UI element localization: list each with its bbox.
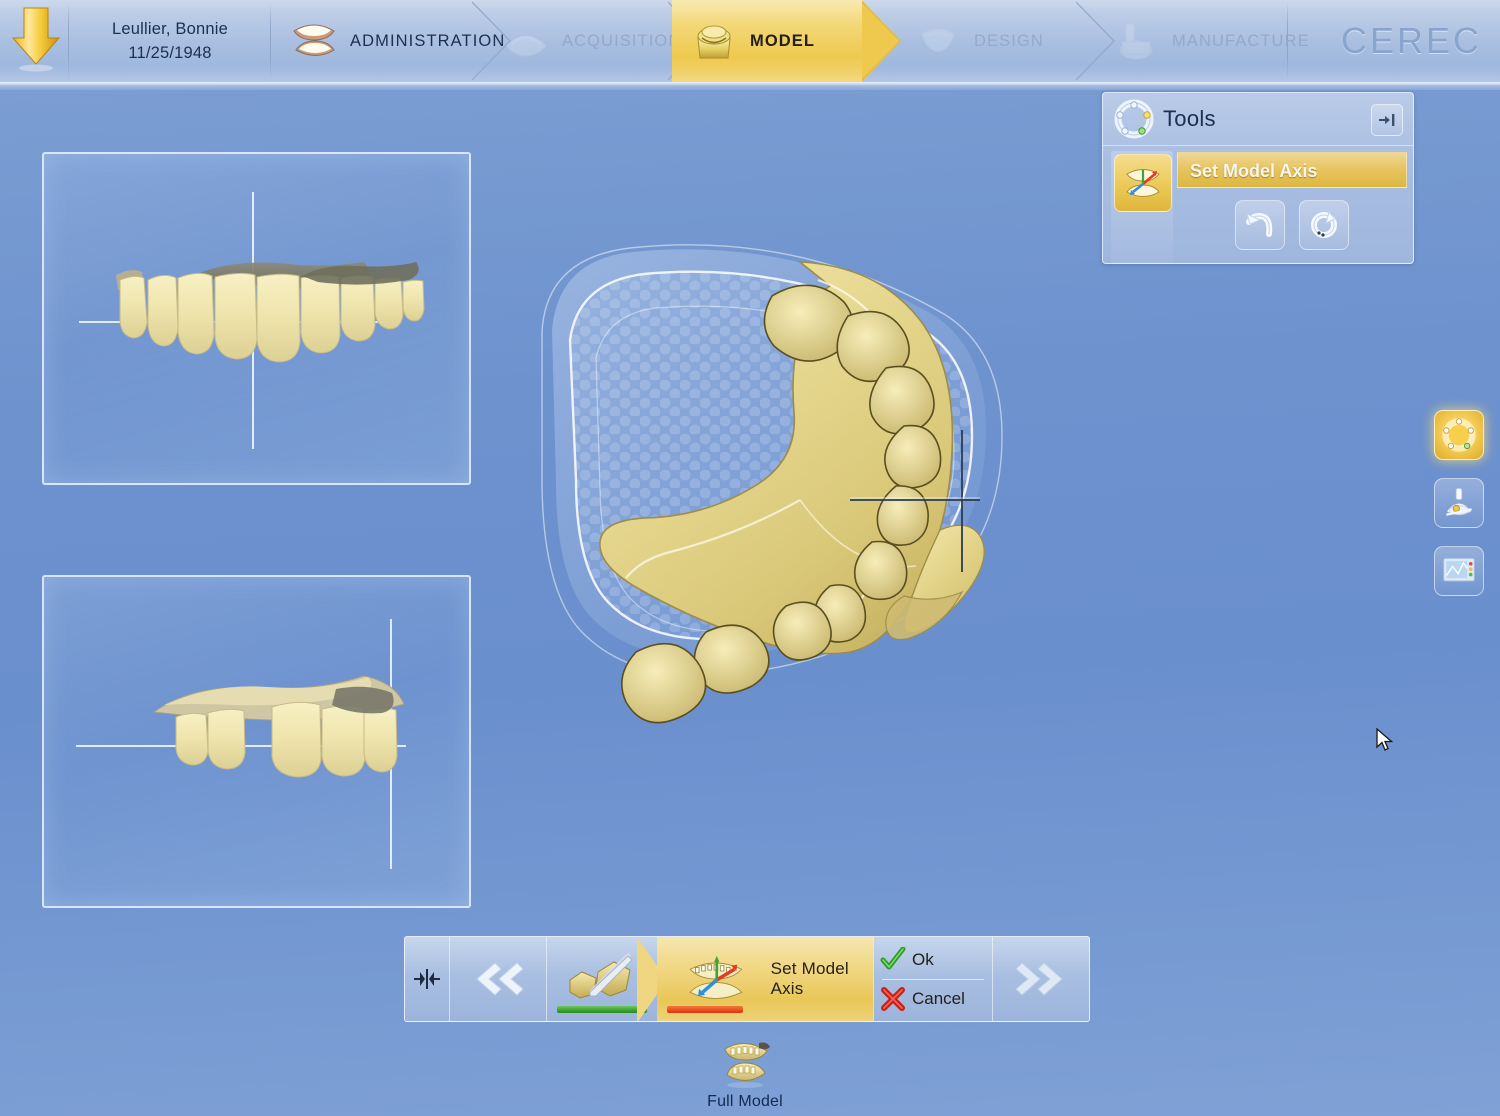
header-divider <box>270 2 271 80</box>
top-navigation-bar: Leullier, Bonnie 11/25/1948 ADMINISTRATI… <box>0 0 1500 82</box>
set-model-axis-icon[interactable] <box>1114 154 1172 212</box>
header-divider <box>1287 2 1288 80</box>
nav-step-manufacture[interactable]: MANUFACTURE <box>1094 0 1309 82</box>
tools-panel[interactable]: Tools Set Model Axis <box>1102 92 1414 264</box>
ok-button[interactable]: Ok <box>874 941 992 979</box>
tool-options: Set Model Axis <box>1173 146 1413 264</box>
pointer-arrow <box>1376 728 1394 751</box>
preview-panel-lateral[interactable] <box>42 575 471 908</box>
nav-step-acquisition[interactable]: ACQUISITION <box>492 0 707 82</box>
cancel-button[interactable]: Cancel <box>874 980 992 1018</box>
active-step-label: Set Model Axis <box>770 959 849 998</box>
model-viewport[interactable] <box>500 200 1394 820</box>
mandibular-arch-3d <box>541 244 1003 724</box>
tools-ring-icon <box>1113 98 1155 140</box>
ok-label: Ok <box>912 949 934 969</box>
rail-display-settings-icon[interactable] <box>1434 546 1484 596</box>
previous-step-button[interactable] <box>450 937 546 1021</box>
milling-unit-icon <box>1108 16 1164 66</box>
preview-panel-frontal[interactable] <box>42 152 471 485</box>
patient-name: Leullier, Bonnie <box>111 20 229 38</box>
red-cross-icon <box>881 986 905 1011</box>
next-step-button[interactable] <box>993 937 1089 1021</box>
collapse-right-icon[interactable] <box>1371 104 1403 136</box>
nav-step-design[interactable]: DESIGN <box>900 0 1115 82</box>
step-progress-complete <box>557 1006 647 1013</box>
cerec-application-window: Leullier, Bonnie 11/25/1948 ADMINISTRATI… <box>0 0 1500 1116</box>
dental-model-icon <box>286 16 342 66</box>
patient-info[interactable]: Leullier, Bonnie 11/25/1948 <box>72 0 268 82</box>
tool-icon-column <box>1111 151 1173 264</box>
rail-articulator-icon[interactable] <box>1434 478 1484 528</box>
center-model-icon[interactable] <box>405 937 449 1021</box>
green-check-icon <box>880 946 906 969</box>
nav-step-label: MODEL <box>750 31 816 50</box>
crown-design-icon <box>910 16 966 66</box>
cerec-brand-logo: CEREC <box>1340 20 1482 61</box>
tools-panel-title: Tools <box>1163 106 1216 131</box>
step-progress-active <box>667 1006 743 1013</box>
edit-model-icon <box>569 953 633 999</box>
down-arrow-icon[interactable] <box>8 4 64 76</box>
full-model-jaws-icon <box>724 1042 770 1088</box>
impression-icon <box>498 16 554 66</box>
full-model-button[interactable]: Full Model <box>690 1035 800 1111</box>
header-underline-shadow <box>0 86 1500 90</box>
nav-step-model[interactable]: MODEL <box>672 0 901 82</box>
cancel-label: Cancel <box>912 988 965 1008</box>
nav-step-administration[interactable]: ADMINISTRATION <box>276 0 511 82</box>
nav-step-label: MANUFACTURE <box>1172 31 1310 50</box>
workflow-step-toolbar: Set Model Axis Ok Cancel <box>404 936 1090 1022</box>
frontal-arch-render <box>116 262 425 363</box>
set-model-axis-icon <box>689 955 743 1000</box>
redo-icon[interactable] <box>1299 200 1349 250</box>
tools-panel-body: Set Model Axis <box>1103 146 1413 264</box>
undo-icon[interactable] <box>1235 200 1285 250</box>
double-chevron-right-icon <box>1015 962 1063 996</box>
double-chevron-left-icon <box>476 962 524 996</box>
rail-tools-ring-icon[interactable] <box>1434 410 1484 460</box>
header-divider <box>68 2 69 80</box>
nav-step-label: ACQUISITION <box>562 31 682 50</box>
tool-set-model-axis[interactable]: Set Model Axis <box>1177 152 1407 188</box>
ok-cancel-group: Ok Cancel <box>873 937 992 1021</box>
lateral-arch-render <box>152 675 405 778</box>
nav-step-label: DESIGN <box>974 31 1044 50</box>
step-set-model-axis[interactable]: Set Model Axis <box>657 937 873 1021</box>
die-model-icon <box>686 16 742 66</box>
tools-panel-header: Tools <box>1103 93 1413 146</box>
full-model-label: Full Model <box>707 1093 783 1110</box>
patient-birthdate: 11/25/1948 <box>128 44 212 62</box>
chevron-right-icon <box>862 0 901 82</box>
